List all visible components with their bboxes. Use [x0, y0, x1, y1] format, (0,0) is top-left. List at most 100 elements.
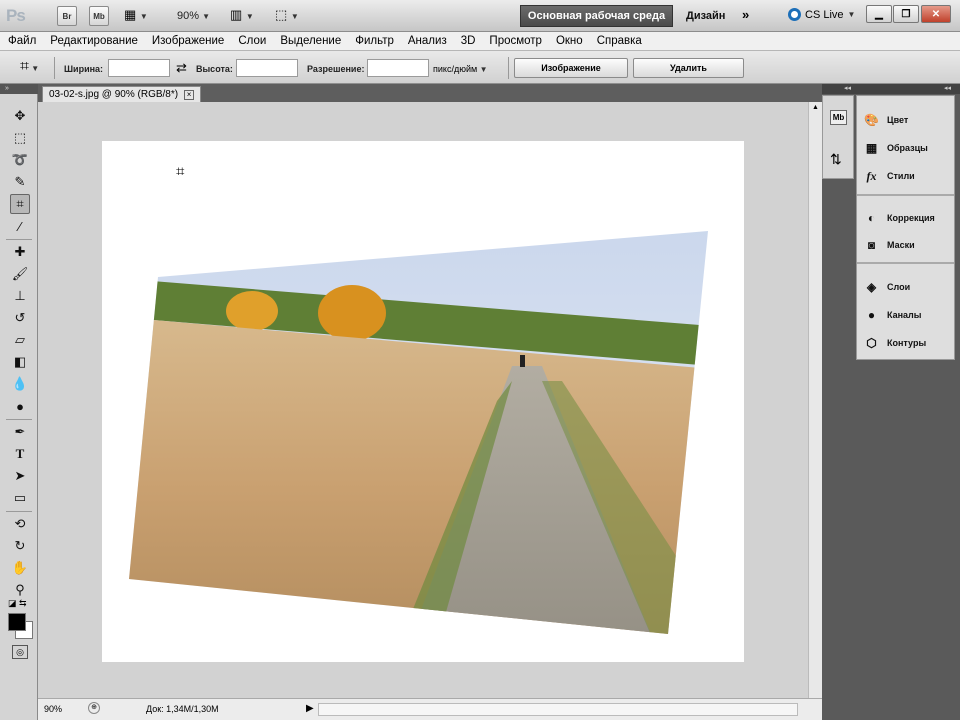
resolution-label: Разрешение: [307, 64, 365, 74]
dodge-tool-icon[interactable]: ● [10, 396, 30, 416]
panel-color[interactable]: 🎨 Цвет [863, 110, 908, 130]
toolbox-collapse-handle[interactable]: » [0, 84, 38, 94]
separator [6, 419, 32, 420]
panel-paths-label: Контуры [887, 338, 927, 348]
height-label: Высота: [196, 64, 233, 74]
mini-bridge-button[interactable]: Mb [89, 6, 109, 26]
menu-layers[interactable]: Слои [238, 35, 266, 47]
lasso-tool-icon[interactable]: ➰ [10, 150, 30, 170]
arrange-documents-icon[interactable]: ▥ ▼ [230, 7, 254, 23]
resolution-input[interactable] [367, 59, 429, 77]
panels-group: 🎨 Цвет ▦ Образцы fx Стили ◐ Коррекция ◙ Маски… [856, 95, 955, 360]
scroll-up-icon[interactable]: ▲ [809, 104, 822, 111]
dock-header: ◂◂ ◂◂ [822, 84, 960, 94]
status-menu-arrow-icon[interactable]: ▶ [306, 703, 314, 714]
eyedropper-tool-icon[interactable]: ⁄ [10, 216, 30, 236]
width-input[interactable] [108, 59, 170, 77]
3d-orbit-tool-icon[interactable]: ↻ [10, 536, 30, 556]
pen-tool-icon[interactable]: ✒ [10, 422, 30, 442]
zoom-tool-icon[interactable]: ⚲ [10, 580, 30, 600]
hand-tool-icon[interactable]: ✋ [10, 558, 30, 578]
menu-filter[interactable]: Фильтр [355, 35, 394, 47]
swap-dimensions-icon[interactable]: ⇄ [176, 60, 187, 76]
mini-bridge-panel-icon[interactable]: Mb [830, 110, 847, 125]
menu-image[interactable]: Изображение [152, 35, 224, 47]
cs-live-button[interactable]: CS Live ▼ [788, 8, 855, 21]
menu-edit[interactable]: Редактирование [50, 35, 138, 47]
resolution-unit-value: пикс/дюйм [433, 64, 478, 74]
quick-mask-icon[interactable]: ◎ [12, 645, 28, 659]
photoshop-logo: Ps [6, 6, 26, 25]
menu-file[interactable]: Файл [8, 35, 36, 47]
bridge-button[interactable]: Br [57, 6, 77, 26]
screen-mode-icon[interactable]: ⬚ ▼ [275, 7, 299, 23]
workspace-essentials-button[interactable]: Основная рабочая среда [520, 5, 673, 27]
mini-panel-strip: Mb ⇅ [822, 95, 854, 179]
brush-tool-icon[interactable]: 🖌 [10, 264, 30, 284]
panel-layers[interactable]: ◈ Слои [863, 277, 910, 297]
quick-selection-tool-icon[interactable]: ✎ [10, 172, 30, 192]
clone-stamp-tool-icon[interactable]: ⊥ [10, 286, 30, 306]
marquee-tool-icon[interactable]: ⬚ [10, 128, 30, 148]
front-image-button[interactable]: Изображение [514, 58, 628, 78]
menu-analysis[interactable]: Анализ [408, 35, 447, 47]
resolution-unit-dropdown[interactable]: пикс/дюйм ▼ [433, 64, 488, 74]
status-info-icon[interactable]: ⊕ [88, 702, 100, 714]
path-selection-tool-icon[interactable]: ➤ [10, 466, 30, 486]
panel-channels[interactable]: ● Каналы [863, 305, 922, 325]
vertical-scrollbar[interactable]: ▲ [808, 102, 822, 698]
panel-styles[interactable]: fx Стили [863, 166, 915, 186]
close-window-button[interactable]: ✕ [921, 5, 951, 23]
crop-tool-icon[interactable]: ⌗ [10, 194, 30, 214]
crop-cursor-icon: ⌗ [176, 163, 185, 180]
restore-button[interactable]: ❐ [893, 5, 919, 23]
panel-paths[interactable]: ⬡ Контуры [863, 333, 926, 353]
status-bar: 90% ⊕ Док: 1,34M/1,30M ▶ [38, 698, 822, 720]
rectangle-tool-icon[interactable]: ▭ [10, 488, 30, 508]
menu-view[interactable]: Просмотр [489, 35, 542, 47]
menu-window[interactable]: Окно [556, 35, 583, 47]
menu-select[interactable]: Выделение [280, 35, 341, 47]
options-bar: ⌗ ▼ Ширина: ⇄ Высота: Разрешение: пикс/д… [0, 51, 960, 84]
3d-rotate-tool-icon[interactable]: ⟲ [10, 514, 30, 534]
collapse-panels-icon[interactable]: ◂◂ [944, 84, 951, 94]
channels-icon: ● [867, 308, 876, 322]
height-input[interactable] [236, 59, 298, 77]
cs-live-label: CS Live [805, 8, 844, 21]
crop-tool-preset-icon[interactable]: ⌗ ▼ [20, 58, 39, 76]
menu-bar: Файл Редактирование Изображение Слои Выд… [0, 32, 960, 51]
move-tool-icon[interactable]: ✥ [10, 106, 30, 126]
adjustment-circle-icon: ◐ [867, 211, 876, 225]
canvas[interactable]: ⌗ [102, 141, 744, 662]
panel-masks[interactable]: ◙ Маски [863, 235, 915, 255]
panel-adjustments-label: Коррекция [887, 213, 935, 223]
panel-masks-label: Маски [887, 240, 915, 250]
view-extras-icon[interactable]: ▦ ▼ [124, 7, 148, 23]
clear-button[interactable]: Удалить [633, 58, 744, 78]
blur-tool-icon[interactable]: 💧 [10, 374, 30, 394]
collapse-iconstrip-icon[interactable]: ◂◂ [844, 84, 851, 94]
menu-help[interactable]: Справка [597, 35, 642, 47]
workspace-design-button[interactable]: Дизайн [686, 10, 725, 22]
document-tab[interactable]: 03-02-s.jpg @ 90% (RGB/8*) × [42, 86, 202, 102]
panel-swatches[interactable]: ▦ Образцы [863, 138, 928, 158]
separator [54, 57, 55, 79]
zoom-level-dropdown[interactable]: 90% ▼ [177, 10, 210, 22]
panel-layers-label: Слои [887, 282, 911, 292]
history-brush-tool-icon[interactable]: ↺ [10, 308, 30, 328]
type-tool-icon[interactable]: T [10, 444, 30, 464]
menu-3d[interactable]: 3D [461, 35, 476, 47]
close-document-icon[interactable]: × [184, 89, 195, 100]
history-panel-icon[interactable]: ⇅ [830, 151, 842, 168]
healing-brush-tool-icon[interactable]: ✚ [10, 242, 30, 262]
workspace-more-button[interactable]: » [742, 7, 749, 22]
default-colors-icon[interactable]: ◪ ⇆ [8, 598, 27, 609]
separator [857, 262, 954, 264]
gradient-tool-icon[interactable]: ◧ [10, 352, 30, 372]
eraser-tool-icon[interactable]: ▱ [10, 330, 30, 350]
panel-adjustments[interactable]: ◐ Коррекция [863, 208, 935, 228]
status-zoom[interactable]: 90% [44, 704, 62, 714]
minimize-button[interactable]: ▁ [866, 5, 892, 23]
horizontal-scrollbar[interactable] [318, 703, 798, 716]
foreground-color-swatch[interactable] [8, 613, 26, 631]
